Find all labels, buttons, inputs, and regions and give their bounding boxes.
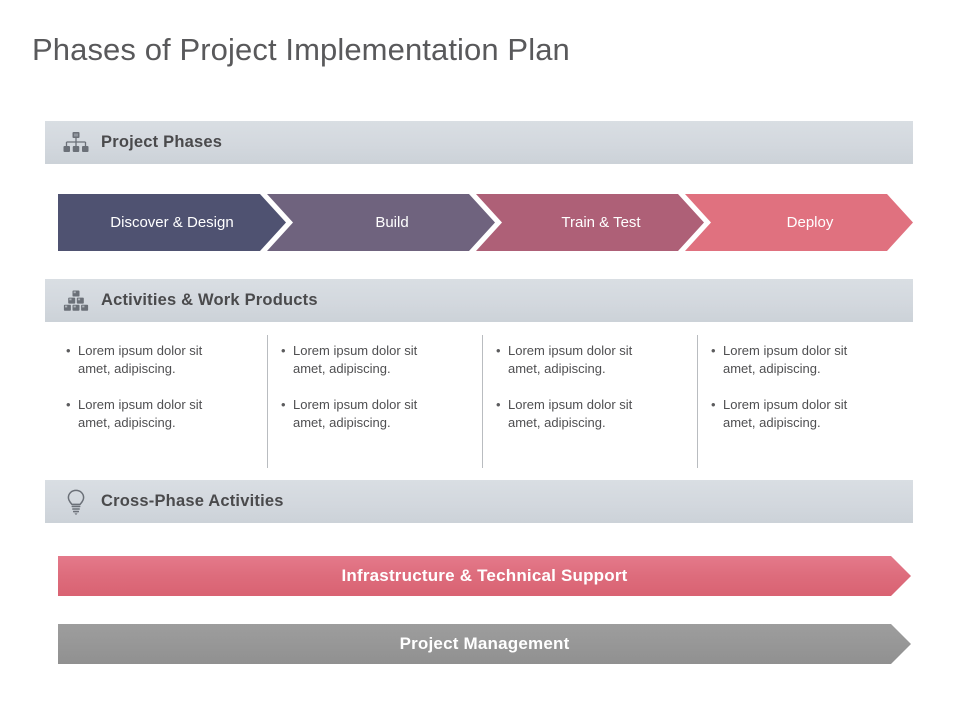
activities-column: • Lorem ipsum dolor sit amet, adipiscing… [52, 335, 267, 468]
bullet-icon: • [281, 397, 286, 412]
list-item: • Lorem ipsum dolor sit amet, adipiscing… [66, 396, 253, 432]
phase-arrow-label: Deploy [786, 214, 834, 231]
cross-phase-banner-label: Infrastructure & Technical Support [341, 566, 628, 585]
section-header-project-phases: Project Phases [45, 121, 913, 164]
page-title: Phases of Project Implementation Plan [32, 32, 570, 67]
list-item-text: Lorem ipsum dolor sit amet, adipiscing. [723, 343, 848, 376]
bullet-icon: • [66, 397, 71, 412]
section-header-cross-phase-activities: Cross-Phase Activities [45, 480, 913, 523]
blocks-stack-icon [59, 284, 93, 318]
phase-arrow-deploy[interactable]: Deploy [685, 194, 913, 251]
bullet-icon: • [66, 343, 71, 358]
section-label-cross-phase-activities: Cross-Phase Activities [101, 492, 284, 510]
phase-arrow-row: Discover & Design Build Train & Test Dep… [58, 194, 903, 251]
list-item: • Lorem ipsum dolor sit amet, adipiscing… [711, 342, 898, 378]
list-item: • Lorem ipsum dolor sit amet, adipiscing… [711, 396, 898, 432]
list-item: • Lorem ipsum dolor sit amet, adipiscing… [281, 342, 468, 378]
list-item-text: Lorem ipsum dolor sit amet, adipiscing. [78, 397, 203, 430]
list-item-text: Lorem ipsum dolor sit amet, adipiscing. [78, 343, 203, 376]
lightbulb-icon [59, 485, 93, 519]
section-label-project-phases: Project Phases [101, 133, 223, 151]
list-item: • Lorem ipsum dolor sit amet, adipiscing… [496, 396, 683, 432]
list-item: • Lorem ipsum dolor sit amet, adipiscing… [496, 342, 683, 378]
org-chart-icon [59, 126, 93, 160]
bullet-icon: • [496, 397, 501, 412]
bullet-icon: • [496, 343, 501, 358]
section-header-activities-work-products: Activities & Work Products [45, 279, 913, 322]
section-label-activities-work-products: Activities & Work Products [101, 291, 318, 309]
cross-phase-banner-project-management[interactable]: Project Management [58, 624, 911, 664]
phase-arrow-build[interactable]: Build [267, 194, 495, 251]
list-item-text: Lorem ipsum dolor sit amet, adipiscing. [508, 397, 633, 430]
cross-phase-banner-infrastructure[interactable]: Infrastructure & Technical Support [58, 556, 911, 596]
phase-arrow-label: Build [375, 214, 409, 231]
bullet-icon: • [711, 343, 716, 358]
phase-arrow-label: Discover & Design [110, 214, 234, 231]
activities-column: • Lorem ipsum dolor sit amet, adipiscing… [267, 335, 482, 468]
bullet-icon: • [281, 343, 286, 358]
list-item-text: Lorem ipsum dolor sit amet, adipiscing. [293, 397, 418, 430]
list-item-text: Lorem ipsum dolor sit amet, adipiscing. [293, 343, 418, 376]
activities-column: • Lorem ipsum dolor sit amet, adipiscing… [697, 335, 912, 468]
phase-arrow-train-test[interactable]: Train & Test [476, 194, 704, 251]
phase-arrow-discover-design[interactable]: Discover & Design [58, 194, 286, 251]
activities-columns: • Lorem ipsum dolor sit amet, adipiscing… [52, 335, 912, 468]
activities-column: • Lorem ipsum dolor sit amet, adipiscing… [482, 335, 697, 468]
bullet-icon: • [711, 397, 716, 412]
list-item: • Lorem ipsum dolor sit amet, adipiscing… [281, 396, 468, 432]
phase-arrow-label: Train & Test [561, 214, 641, 231]
cross-phase-banner-label: Project Management [399, 634, 570, 653]
list-item: • Lorem ipsum dolor sit amet, adipiscing… [66, 342, 253, 378]
list-item-text: Lorem ipsum dolor sit amet, adipiscing. [508, 343, 633, 376]
list-item-text: Lorem ipsum dolor sit amet, adipiscing. [723, 397, 848, 430]
